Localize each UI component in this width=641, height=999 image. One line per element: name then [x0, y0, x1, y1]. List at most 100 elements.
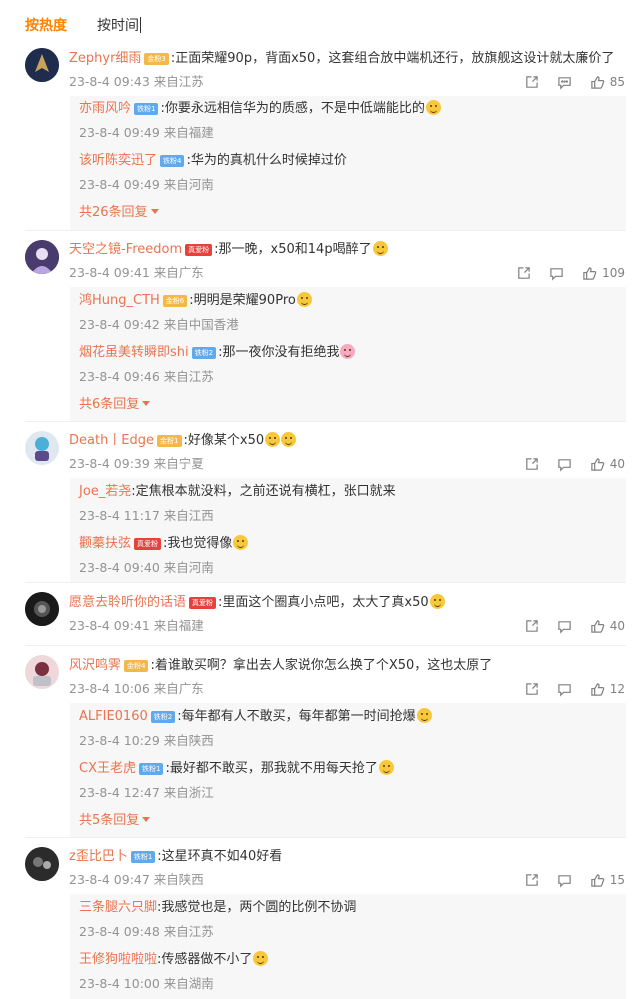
- reply-item: Joe_若尧:定焦根本就没料，之前还说有横杠，张口就来: [79, 483, 396, 501]
- crying-emoji-icon: [253, 951, 269, 966]
- reply-text: :定焦根本就没料，之前还说有横杠，张口就来: [131, 484, 396, 499]
- like-button[interactable]: 40: [590, 619, 625, 634]
- divider: [25, 645, 626, 646]
- comment-username[interactable]: 天空之镜-Freedom: [69, 242, 182, 257]
- emoji-icon: [416, 708, 432, 723]
- comment-username[interactable]: z歪比巴卜: [69, 849, 128, 864]
- fan-badge[interactable]: 铁粉2: [191, 347, 217, 359]
- fan-badge[interactable]: 金粉3: [144, 53, 169, 65]
- avatar[interactable]: [25, 431, 59, 465]
- divider: [25, 230, 626, 231]
- like-count: 15: [609, 873, 625, 887]
- comment-icon[interactable]: [557, 682, 572, 697]
- more-replies-label: 共5条回复: [79, 813, 140, 828]
- comment-icon[interactable]: [549, 266, 564, 281]
- comment-icon[interactable]: [557, 873, 572, 888]
- avatar[interactable]: [25, 655, 59, 689]
- reply-item: 颧蓁扶弦 真爱粉:我也觉得像: [79, 535, 249, 553]
- avatar[interactable]: [25, 847, 59, 881]
- like-count: 40: [609, 457, 625, 471]
- comment-meta: 23-8-4 09:41 来自广东: [69, 265, 204, 280]
- reply-text: :每年都有人不敢买，每年都第一时间抢爆: [177, 709, 416, 724]
- reply-username[interactable]: 王修狗啦啦啦: [79, 952, 157, 967]
- reply-username[interactable]: CX王老虎: [79, 761, 136, 776]
- comment-meta: 23-8-4 09:41 来自福建: [69, 618, 204, 633]
- comment-text: :里面这个圈真小点吧，太大了真x50: [218, 595, 429, 610]
- like-button[interactable]: 12: [590, 682, 625, 697]
- comment-actions: 109: [498, 264, 625, 282]
- reply-username[interactable]: 三条腿六只脚: [79, 900, 157, 915]
- emoji-icon: [296, 292, 312, 307]
- fan-badge[interactable]: 金粉1: [157, 435, 182, 447]
- fan-badge[interactable]: 真爱粉: [134, 538, 162, 550]
- reply-item: 三条腿六只脚:我感觉也是，两个圆的比例不协调: [79, 899, 356, 917]
- fan-badge[interactable]: 铁粉2: [150, 711, 176, 723]
- reply-list: 鸿Hung_CTH 金粉6:明明是荣耀90Pro 23-8-4 09:42 来自中…: [70, 287, 626, 422]
- reply-username[interactable]: 亦雨风吟: [79, 101, 131, 116]
- like-button[interactable]: 15: [590, 873, 625, 888]
- avatar[interactable]: [25, 240, 59, 274]
- reply-text: :那一夜你没有拒绝我: [218, 345, 340, 360]
- reply-username[interactable]: 烟花虽美转瞬即shi: [79, 345, 189, 360]
- reply-item: 王修狗啦啦啦:传感器做不小了: [79, 951, 269, 969]
- tab-sort-by-hot[interactable]: 按热度: [25, 15, 67, 35]
- share-icon[interactable]: [524, 75, 539, 90]
- comment-text: :这星环真不如40好看: [157, 849, 283, 864]
- fan-badge[interactable]: 铁粉4: [160, 155, 185, 167]
- avatar[interactable]: [25, 592, 59, 626]
- reply-meta: 23-8-4 09:48 来自江苏: [79, 924, 214, 939]
- divider: [25, 421, 626, 422]
- like-button[interactable]: 40: [590, 457, 625, 472]
- comment-meta: 23-8-4 09:47 来自陕西: [69, 872, 204, 887]
- reply-username[interactable]: 该听陈奕迅了: [79, 153, 157, 168]
- fan-badge[interactable]: 真爱粉: [185, 244, 213, 256]
- avatar[interactable]: [25, 48, 59, 82]
- share-icon[interactable]: [524, 619, 539, 634]
- reply-list: 三条腿六只脚:我感觉也是，两个圆的比例不协调 23-8-4 09:48 来自江苏…: [70, 894, 626, 999]
- fan-badge[interactable]: 金粉6: [162, 295, 188, 307]
- comment-icon[interactable]: [557, 619, 572, 634]
- fan-badge[interactable]: 真爱粉: [189, 597, 217, 609]
- chevron-down-icon: [142, 401, 151, 406]
- tab-sort-by-time[interactable]: 按时间: [97, 15, 141, 35]
- more-replies-link[interactable]: 共6条回复: [79, 396, 151, 414]
- comment-icon[interactable]: [557, 457, 572, 472]
- reply-item: ALFIE0160 铁粉2:每年都有人不敢买，每年都第一时间抢爆: [79, 708, 432, 726]
- comment-username[interactable]: Zephyr细雨: [69, 51, 141, 66]
- pig-emoji-icon: [340, 344, 356, 359]
- reply-meta: 23-8-4 09:46 来自江苏: [79, 369, 214, 384]
- share-icon[interactable]: [516, 266, 531, 281]
- comment-header: 愿意去聆听你的话语 真爱粉:里面这个圈真小点吧，太大了真x50: [69, 594, 445, 612]
- comment-username[interactable]: 愿意去聆听你的话语: [69, 595, 186, 610]
- reply-username[interactable]: 颧蓁扶弦: [79, 536, 131, 551]
- share-icon[interactable]: [524, 682, 539, 697]
- reply-item: 亦雨风吟 铁粉1:你要永远相信华为的质感，不是中低端能比的: [79, 100, 441, 118]
- emoji-icon: [233, 535, 249, 550]
- comment-icon[interactable]: [557, 75, 572, 90]
- more-replies-label: 共6条回复: [79, 397, 140, 412]
- comment-username[interactable]: Death丨Edge: [69, 433, 154, 448]
- fan-badge[interactable]: 铁粉1: [130, 851, 156, 863]
- more-replies-link[interactable]: 共26条回复: [79, 204, 159, 222]
- reply-meta: 23-8-4 09:49 来自河南: [79, 177, 214, 192]
- share-icon[interactable]: [524, 457, 539, 472]
- fan-badge[interactable]: 金粉4: [124, 660, 149, 672]
- reply-list: ALFIE0160 铁粉2:每年都有人不敢买，每年都第一时间抢爆 23-8-4 1…: [70, 703, 626, 838]
- like-button[interactable]: 85: [590, 75, 625, 90]
- thumb-up-icon: [590, 682, 604, 696]
- comment-header: 风沢鸣霁 金粉4:着谁敢买啊？拿出去人家说你怎么换了个X50，这也太原了: [69, 657, 492, 675]
- like-button[interactable]: 109: [582, 266, 625, 281]
- fan-badge[interactable]: 铁粉1: [138, 763, 164, 775]
- reply-meta: 23-8-4 10:00 来自湖南: [79, 976, 214, 991]
- reply-text: :我也觉得像: [163, 536, 233, 551]
- more-replies-link[interactable]: 共5条回复: [79, 812, 151, 830]
- reply-username[interactable]: ALFIE0160: [79, 709, 148, 724]
- comment-text: :那一晚，x50和14p喝醉了: [214, 242, 372, 257]
- thumb-up-icon: [583, 266, 597, 280]
- comment-username[interactable]: 风沢鸣霁: [69, 658, 121, 673]
- reply-username[interactable]: 鸿Hung_CTH: [79, 293, 160, 308]
- reply-username[interactable]: Joe_若尧: [79, 484, 131, 499]
- share-icon[interactable]: [524, 873, 539, 888]
- tab-sort-by-time-label: 按时间: [97, 18, 139, 34]
- fan-badge[interactable]: 铁粉1: [134, 103, 159, 115]
